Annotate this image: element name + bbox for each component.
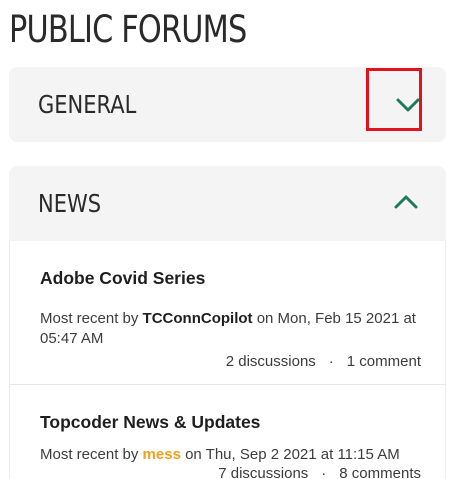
- category-news-header[interactable]: NEWS: [9, 166, 446, 241]
- forum-item: Adobe Covid Series Most recent by TCConn…: [10, 241, 445, 385]
- recent-prefix: Most recent by: [40, 446, 139, 463]
- recent-user-link[interactable]: mess: [143, 446, 181, 463]
- page-title: PUBLIC FORUMS: [9, 8, 247, 51]
- forum-most-recent: Most recent by TCConnCopilot on Mon, Feb…: [40, 309, 430, 349]
- discussions-count: 2 discussions: [225, 353, 316, 370]
- chevron-up-icon[interactable]: [393, 194, 419, 210]
- category-general-label: GENERAL: [38, 90, 137, 119]
- recent-prefix: Most recent by: [40, 310, 139, 327]
- forum-most-recent: Most recent by mess on Thu, Sep 2 2021 a…: [40, 445, 430, 465]
- forum-title-link[interactable]: Adobe Covid Series: [40, 268, 205, 289]
- forum-stats: 7 discussions · 8 comments: [218, 465, 421, 479]
- forum-list: Adobe Covid Series Most recent by TCConn…: [9, 241, 446, 479]
- highlight-box: [366, 68, 422, 131]
- comments-count: 8 comments: [339, 465, 421, 479]
- category-news-label: NEWS: [38, 189, 102, 218]
- comments-count: 1 comment: [346, 353, 421, 370]
- forum-item: Topcoder News & Updates Most recent by m…: [10, 385, 445, 479]
- stats-separator: ·: [328, 353, 334, 370]
- recent-date: on Thu, Sep 2 2021 at 11:15 AM: [185, 446, 400, 463]
- stats-separator: ·: [321, 465, 327, 479]
- forum-title-link[interactable]: Topcoder News & Updates: [40, 412, 260, 433]
- forum-stats: 2 discussions · 1 comment: [226, 353, 421, 370]
- discussions-count: 7 discussions: [218, 465, 309, 479]
- recent-user-link[interactable]: TCConnCopilot: [143, 310, 253, 327]
- category-news: NEWS Adobe Covid Series Most recent by T…: [9, 166, 446, 479]
